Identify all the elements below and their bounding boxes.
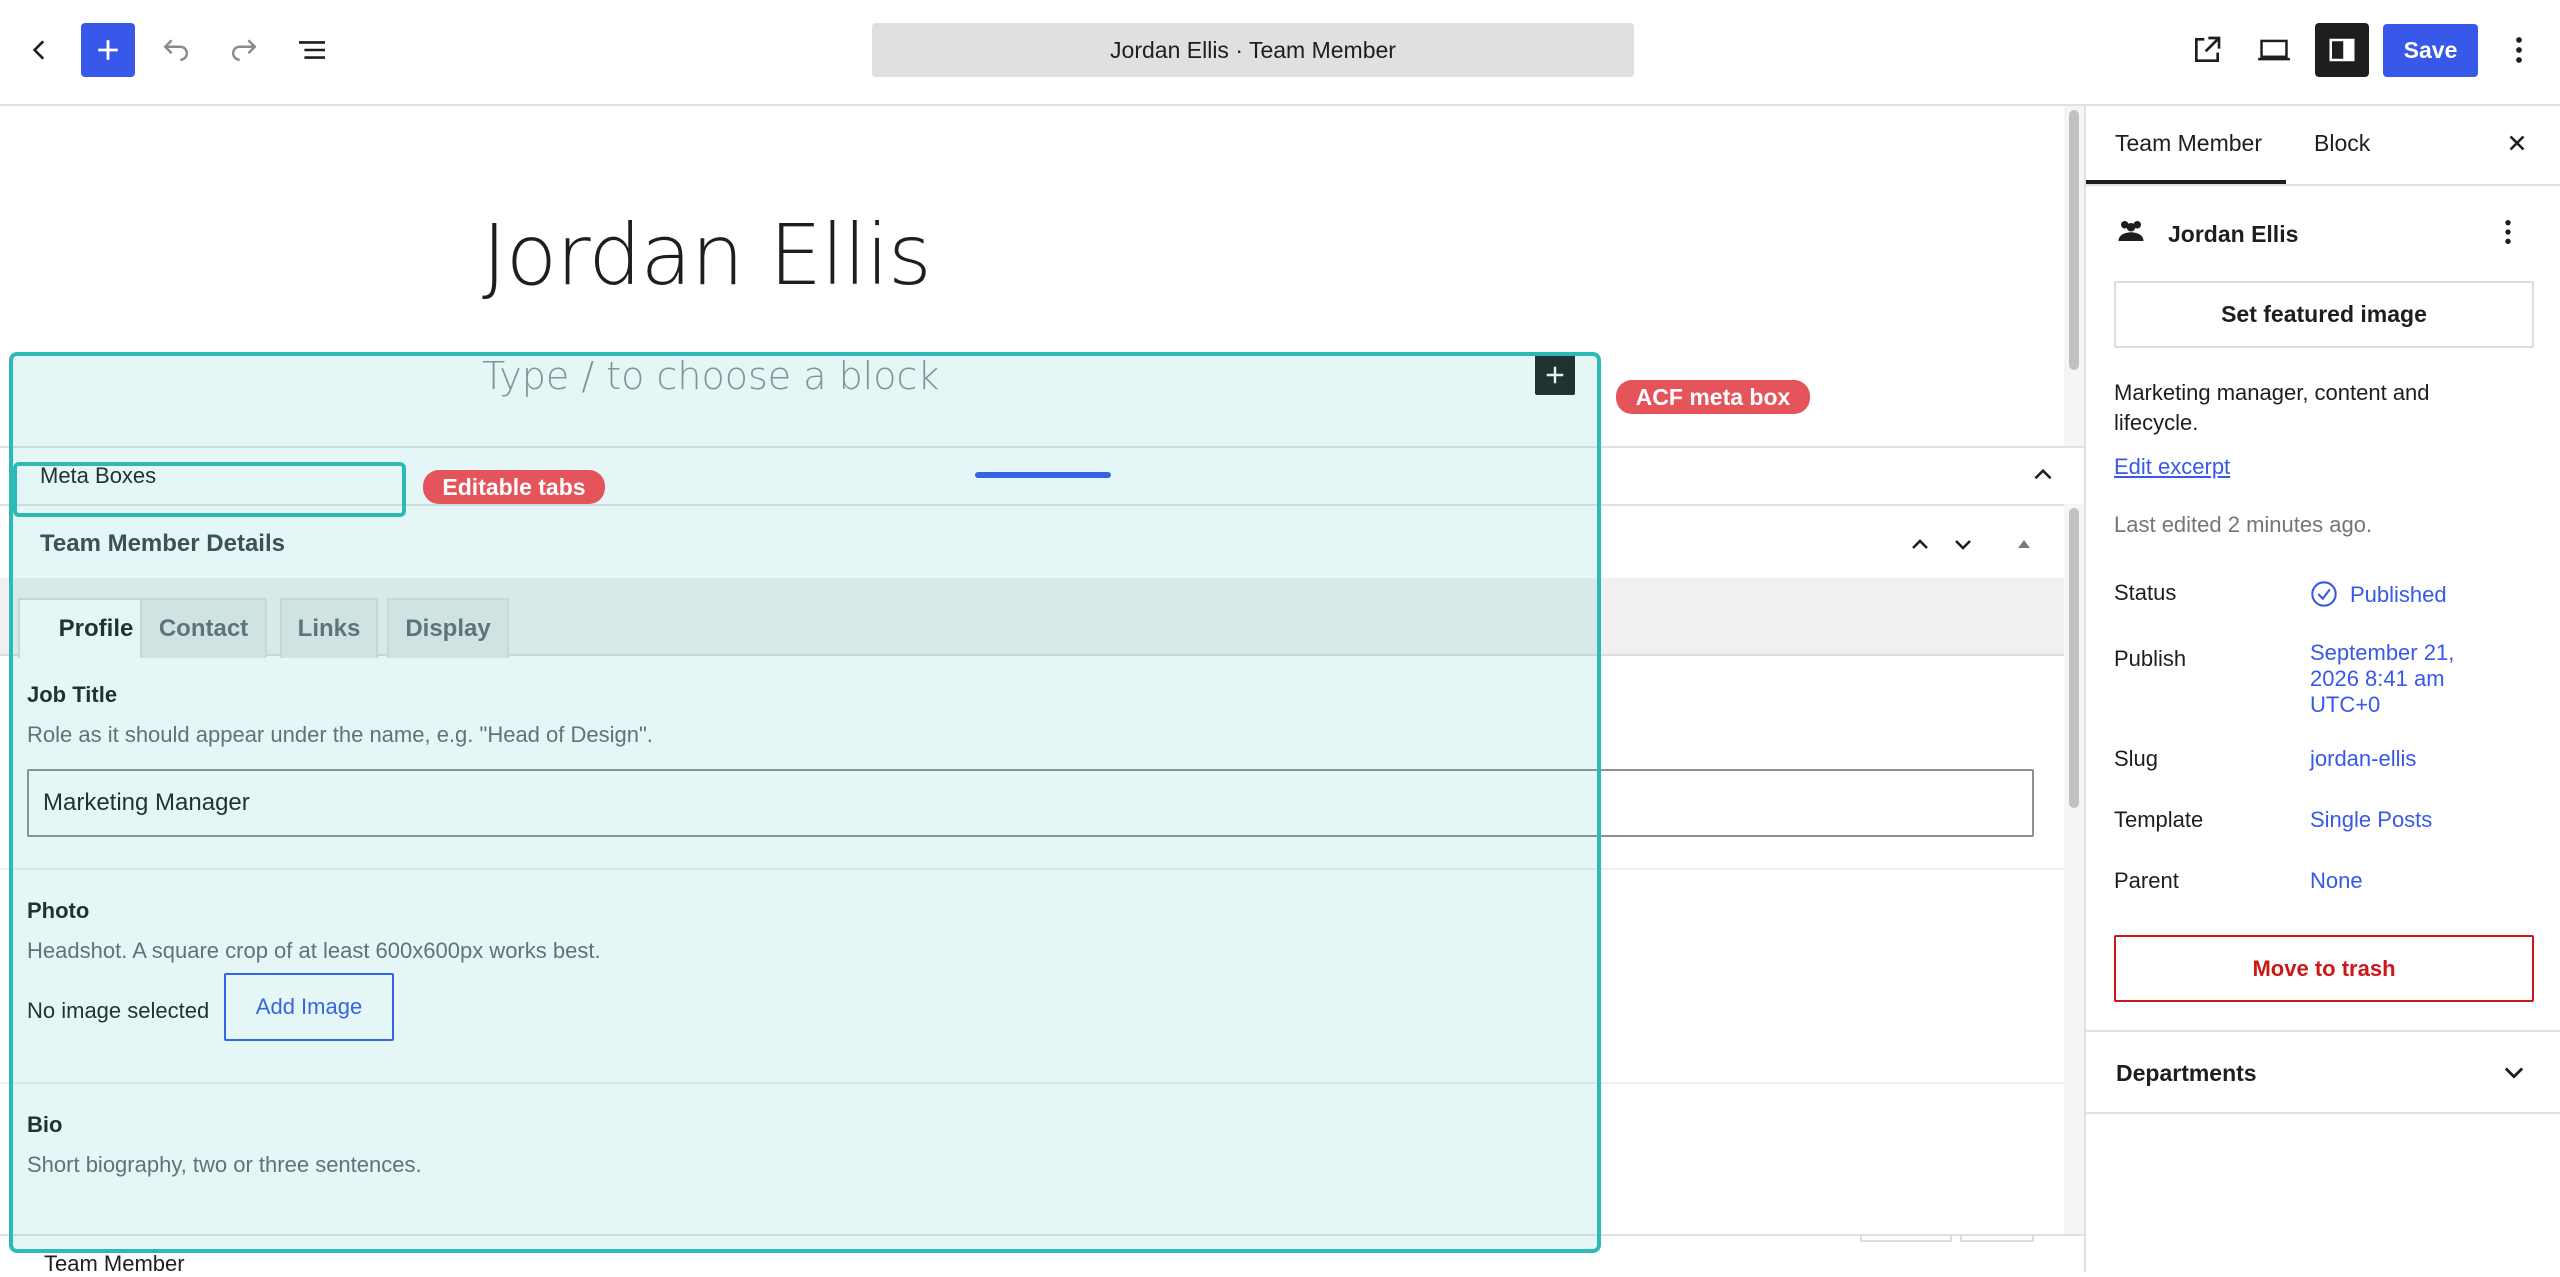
parent-value[interactable]: None [2310,868,2363,894]
check-circle-icon [2310,580,2338,608]
redo-icon [231,39,257,61]
edit-excerpt-link[interactable]: Edit excerpt [2114,454,2230,480]
editor-toolbar: Jordan Ellis · Team Member Save [0,0,2560,106]
meta-boxes-label: Meta Boxes [40,463,157,488]
triangle-up-icon [2018,540,2030,548]
document-title-bar[interactable]: Jordan Ellis · Team Member [872,23,1634,77]
save-button[interactable]: Save [2383,24,2478,77]
slug-label: Slug [2114,746,2159,771]
chevron-down-icon[interactable] [2500,1058,2528,1086]
kebab-icon [2516,37,2522,63]
post-summary-title: Jordan Ellis [2168,221,2299,247]
add-block-button[interactable] [81,23,135,77]
photo-description: Headshot. A square crop of at least 600x… [27,938,601,963]
sidebar-tab-bar: Team Member Block [2086,106,2560,186]
field-photo: Photo Headshot. A square crop of at leas… [0,870,2064,1084]
post-title[interactable]: Jordan Ellis [482,206,932,304]
breadcrumb[interactable]: Team Member [44,1251,185,1277]
add-image-button[interactable]: Add Image [224,973,394,1041]
inline-inserter-button[interactable] [1535,355,1575,395]
post-excerpt: Marketing manager, content and lifecycle… [2114,380,2430,435]
chevron-up-icon [1912,539,1928,549]
list-view-icon [299,41,325,59]
meta-boxes-resize-handle[interactable] [975,472,1111,478]
move-up-button[interactable] [1900,526,1940,562]
move-to-trash-button[interactable]: Move to trash [2114,935,2534,1002]
external-link-icon [2195,36,2221,62]
back-chevron-icon [32,40,45,60]
move-down-button[interactable] [1943,526,1983,562]
close-sidebar-button[interactable] [2504,130,2530,156]
template-value[interactable]: Single Posts [2310,807,2432,833]
undo-button[interactable] [149,23,203,77]
kebab-icon [2505,219,2511,245]
plus-icon [98,40,118,60]
editor-canvas: Jordan Ellis Type / to choose a block Me… [0,106,2084,1272]
meta-boxes-collapse-button[interactable] [2030,462,2056,488]
meta-boxes-area: Meta Boxes Team Member Details Profile C… [0,446,2084,1272]
tab-team-member[interactable]: Team Member [2115,130,2262,157]
settings-sidebar: Team Member Block Jordan Ellis Set featu… [2084,106,2560,1272]
document-overview-button[interactable] [285,23,339,77]
view-post-button[interactable] [2180,23,2234,77]
meta-boxes-scrollbar[interactable] [2064,504,2084,1272]
acf-tab-bar: Profile Contact Links Display [0,578,2064,658]
tab-display[interactable]: Display [387,598,509,658]
toggle-panel-button[interactable] [2004,526,2044,562]
document-title: Jordan Ellis · Team Member [1110,36,1396,63]
block-appender-placeholder[interactable]: Type / to choose a block [482,354,939,398]
job-title-input[interactable]: Marketing Manager [27,769,2034,837]
set-featured-image-button[interactable]: Set featured image [2114,281,2534,348]
editable-tabs-annotation: Editable tabs [423,470,605,504]
parent-label: Parent [2114,868,2179,893]
settings-toggle-button[interactable] [2315,23,2369,77]
last-edited-text: Last edited 2 minutes ago. [2114,512,2373,537]
job-title-label: Job Title [27,682,118,707]
photo-status: No image selected [27,998,210,1023]
preview-device-icon [2258,39,2290,61]
departments-panel-toggle[interactable]: Departments [2116,1060,2257,1087]
field-job-title: Job Title Role as it should appear under… [0,656,2064,870]
template-label: Template [2114,807,2204,832]
job-title-description: Role as it should appear under the name,… [27,722,653,747]
bio-label: Bio [27,1112,63,1137]
status-value[interactable]: Published [2350,582,2447,608]
tab-contact[interactable]: Contact [140,598,267,658]
undo-icon [163,39,189,61]
sidebar-toggle-icon [2329,38,2355,62]
status-label: Status [2114,580,2177,605]
preview-button[interactable] [2247,23,2301,77]
close-icon [2509,135,2525,151]
chevron-up-icon [2034,468,2052,480]
slug-value[interactable]: jordan-ellis [2310,746,2416,772]
tab-links[interactable]: Links [280,598,378,658]
photo-label: Photo [27,898,90,923]
options-button[interactable] [2492,23,2546,77]
meta-box-title: Team Member Details [40,530,285,557]
acf-meta-box-annotation: ACF meta box [1616,380,1810,414]
post-actions-button[interactable] [2504,218,2512,246]
redo-button[interactable] [217,23,271,77]
tab-block[interactable]: Block [2314,130,2370,157]
publish-label: Publish [2114,646,2187,671]
back-button[interactable] [13,23,67,77]
editor-footer: Team Member [0,1234,2084,1276]
publish-value[interactable]: September 21, 2026 8:41 am UTC+0 [2310,640,2480,718]
editor-scrollbar[interactable] [2064,106,2084,446]
chevron-down-icon [1955,540,1971,550]
plus-icon [1546,366,1564,384]
bio-description: Short biography, two or three sentences. [27,1152,422,1177]
people-icon [2116,216,2146,246]
